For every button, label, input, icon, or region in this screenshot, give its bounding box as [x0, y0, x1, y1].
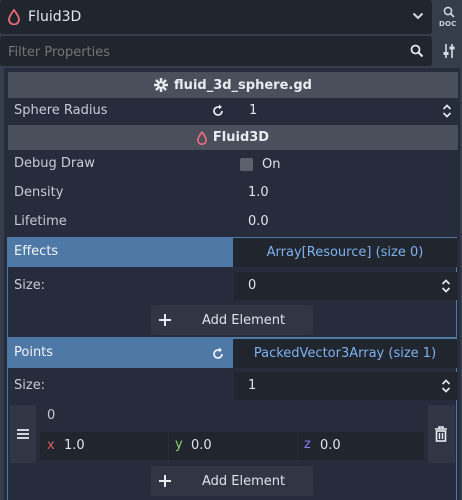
vector-x-field[interactable]: x 1.0 [40, 432, 168, 460]
property-row-sphere-radius: Sphere Radius 1 [8, 98, 458, 124]
property-row-lifetime: Lifetime 0.0 [8, 207, 458, 237]
effects-size-row: Size: 0 [8, 270, 457, 302]
vector-y-field[interactable]: y 0.0 [169, 432, 297, 460]
property-label: Debug Draw [14, 156, 95, 171]
element-index-label: 0 [47, 408, 56, 423]
updown-arrows-icon[interactable] [441, 378, 451, 394]
fluid-drop-icon [8, 9, 20, 25]
size-label: Size: [14, 278, 46, 293]
y-value: 0.0 [191, 438, 212, 453]
property-settings-button[interactable] [436, 36, 462, 66]
array-type-label: PackedVector3Array (size 1) [253, 346, 437, 361]
property-row-debug-draw: Debug Draw On [8, 150, 458, 178]
points-size-spinbox[interactable]: 1 [234, 372, 457, 400]
script-section-title: fluid_3d_sphere.gd [174, 77, 312, 93]
size-label: Size: [14, 378, 46, 393]
x-axis-label: x [47, 438, 55, 453]
effects-label: Effects [14, 244, 59, 259]
gear-icon [154, 78, 169, 92]
revert-icon[interactable] [211, 347, 225, 361]
search-icon [410, 44, 424, 58]
debug-draw-checkbox[interactable]: On [240, 156, 280, 172]
revert-icon[interactable] [211, 104, 225, 118]
checkbox-label: On [262, 156, 281, 172]
z-value: 0.0 [320, 438, 341, 453]
points-array-type-button[interactable]: PackedVector3Array (size 1) [233, 339, 457, 368]
spinbox-value: 1 [248, 378, 257, 393]
add-element-label: Add Element [202, 473, 286, 489]
sphere-radius-spinbox[interactable]: 1 [242, 99, 458, 123]
search-docs-icon [443, 6, 455, 18]
effects-size-spinbox[interactable]: 0 [234, 272, 457, 300]
z-axis-label: z [304, 437, 311, 452]
vector-z-field[interactable]: z 0.0 [298, 432, 424, 460]
doc-label: DOC [439, 20, 457, 28]
points-size-row: Size: 1 [8, 370, 457, 402]
array-type-label: Array[Resource] (size 0) [266, 245, 424, 260]
sliders-icon [442, 43, 456, 59]
plus-icon [158, 313, 172, 327]
density-value[interactable]: 1.0 [248, 185, 269, 200]
effects-add-element-button[interactable]: Add Element [151, 305, 313, 335]
property-label: Sphere Radius [14, 103, 108, 118]
trash-icon [434, 426, 448, 442]
class-section-title: Fluid3D [212, 130, 270, 145]
drag-handle[interactable] [10, 405, 36, 463]
fluid-drop-icon [196, 130, 207, 145]
node-name: Fluid3D [28, 9, 82, 25]
remove-element-button[interactable] [428, 405, 455, 463]
spinbox-value: 1 [249, 103, 258, 118]
chevron-down-icon [412, 11, 424, 21]
x-value: 1.0 [64, 438, 85, 453]
updown-arrows-icon[interactable] [441, 278, 451, 294]
points-add-element-button[interactable]: Add Element [151, 466, 313, 496]
hamburger-icon [17, 429, 29, 439]
spinbox-value: 0 [248, 278, 257, 293]
lifetime-value[interactable]: 0.0 [248, 214, 269, 229]
property-row-density: Density 1.0 [8, 178, 458, 207]
points-label: Points [14, 345, 54, 360]
effects-array-type-button[interactable]: Array[Resource] (size 0) [233, 238, 457, 267]
open-docs-button[interactable]: DOC [436, 2, 462, 34]
plus-icon [158, 474, 172, 488]
filter-properties-input[interactable] [0, 36, 410, 68]
points-property-header[interactable]: Points [8, 339, 233, 368]
property-label: Density [14, 185, 64, 200]
add-element-label: Add Element [202, 312, 286, 328]
filter-bar [0, 36, 432, 68]
updown-arrows-icon[interactable] [442, 103, 452, 119]
node-selector[interactable]: Fluid3D [0, 0, 432, 34]
effects-property-header[interactable]: Effects [8, 238, 233, 267]
checkbox-box [240, 157, 253, 171]
class-section-header[interactable]: Fluid3D [8, 125, 458, 150]
script-section-header[interactable]: fluid_3d_sphere.gd [8, 72, 458, 98]
y-axis-label: y [175, 437, 183, 452]
property-label: Lifetime [14, 214, 67, 229]
